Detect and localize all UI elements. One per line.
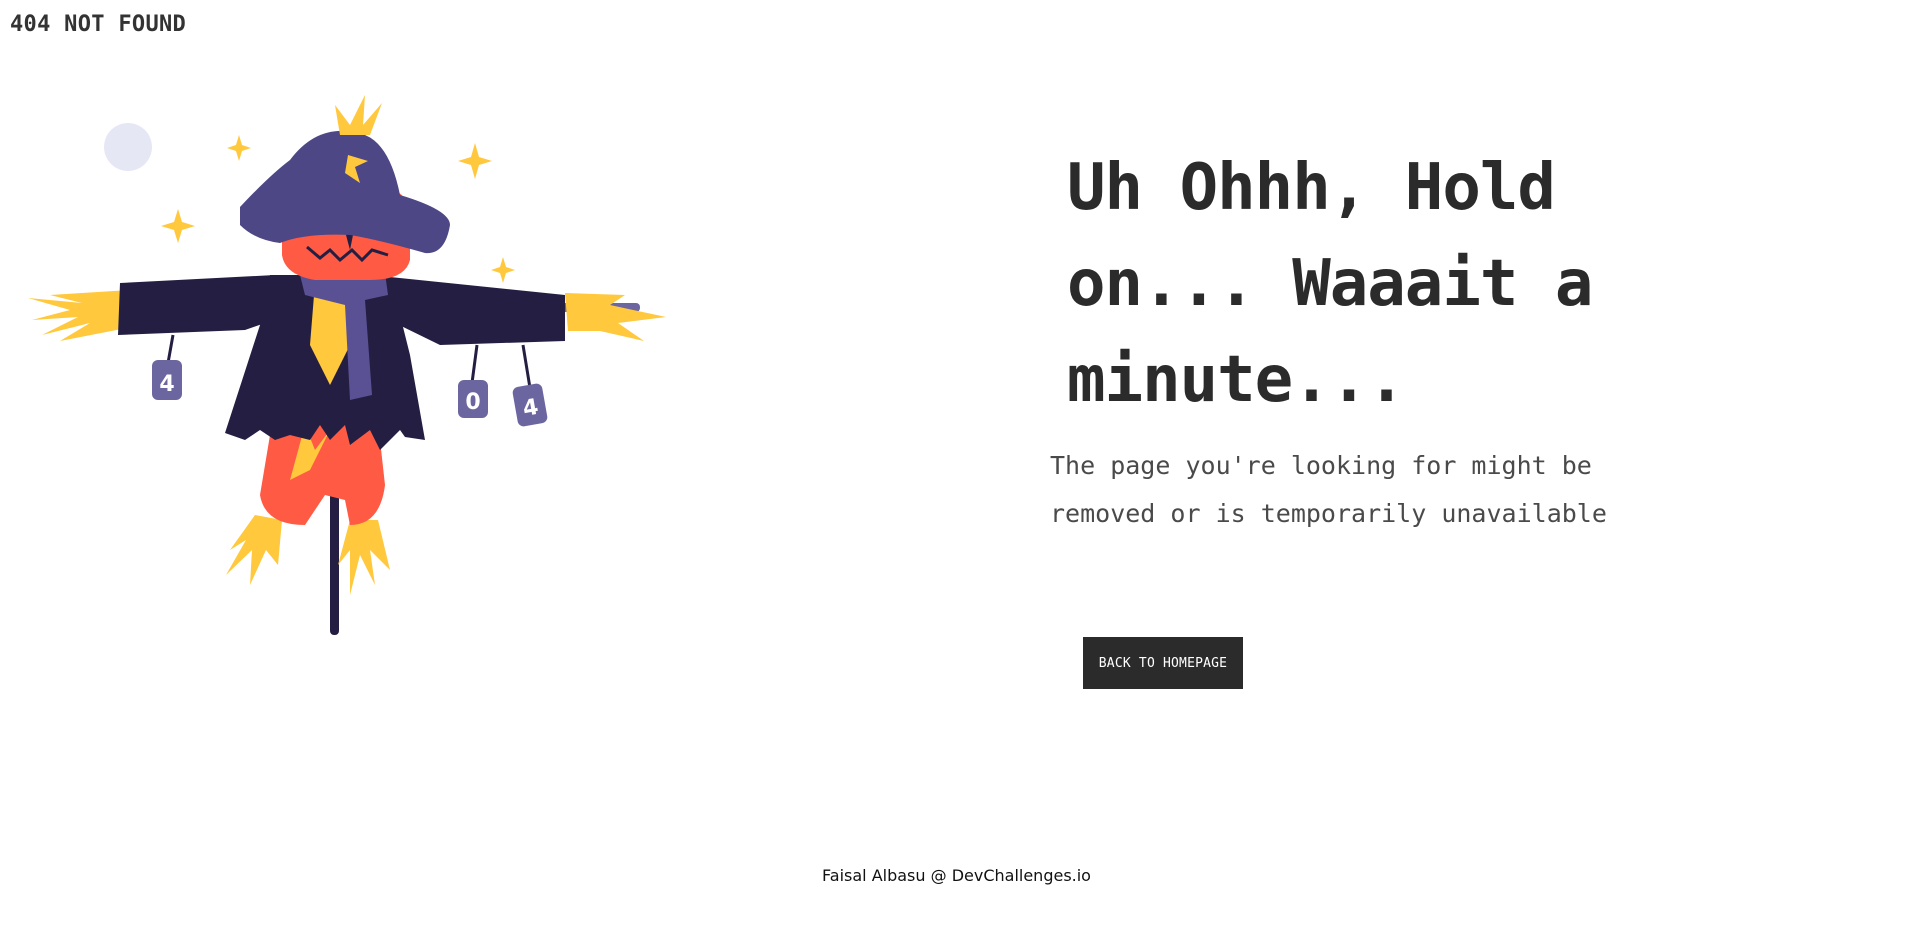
error-headline: Uh Ohhh, Hold on... Waaait a minute... (1067, 151, 1593, 417)
site-title: 404 NOT FOUND (10, 12, 187, 37)
error-message: The page you're looking for might be rem… (1050, 451, 1607, 528)
footer-credit: Faisal Albasu @ DevChallenges.io (822, 866, 1091, 885)
can-label-2: 0 (465, 390, 480, 415)
moon-icon (104, 123, 152, 171)
error-content: Uh Ohhh, Hold on... Waaait a minute... T… (1050, 140, 1670, 538)
can-label-1: 4 (159, 372, 174, 397)
back-to-homepage-button[interactable]: BACK TO HOMEPAGE (1083, 637, 1243, 689)
scarecrow-illustration: 4 0 4 (28, 95, 666, 635)
